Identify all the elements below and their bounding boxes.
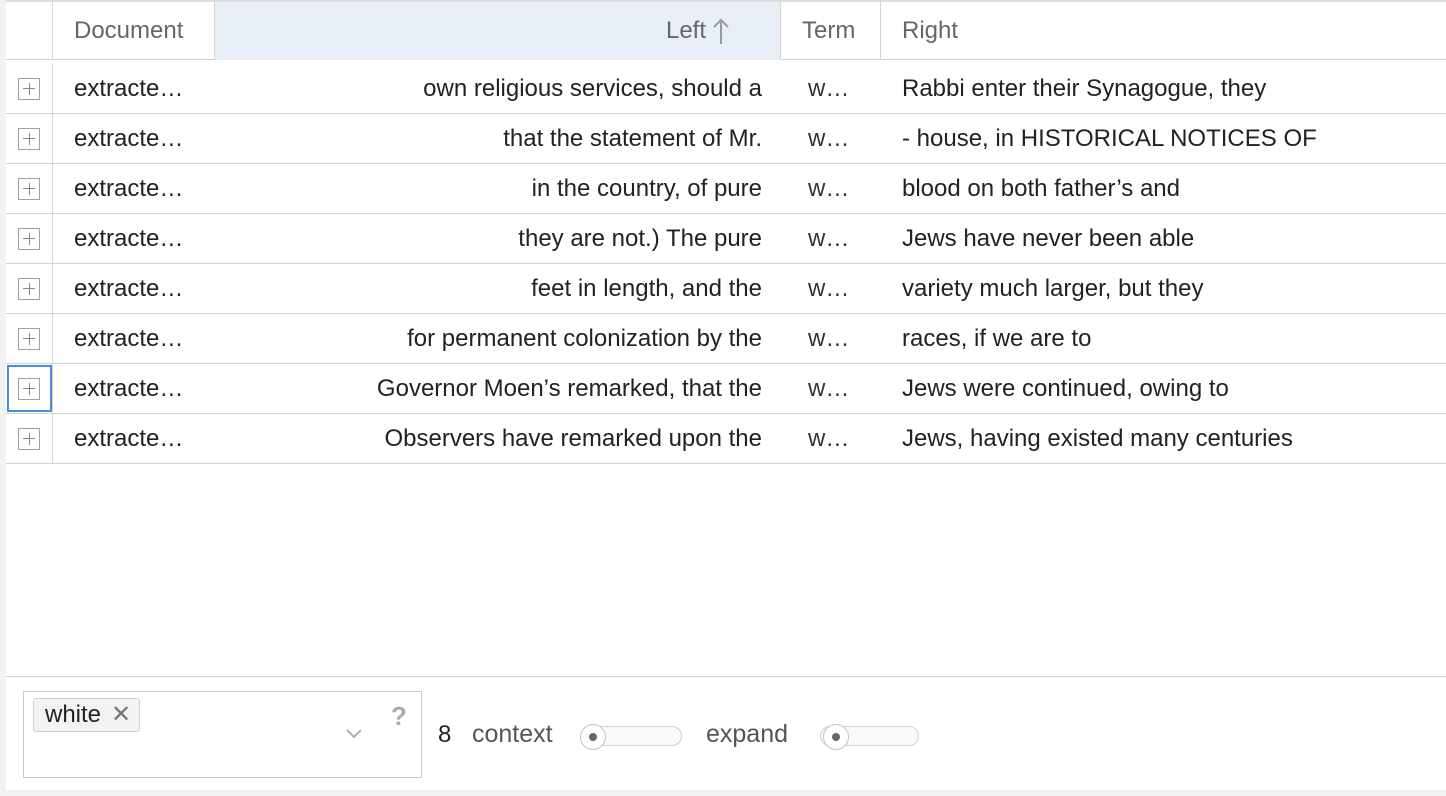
cell-right: Jews were continued, owing to <box>902 374 1229 402</box>
cell-document: extracte… <box>74 274 184 302</box>
table-row[interactable]: extracte… Observers have remarked upon t… <box>6 414 1446 464</box>
search-terms-input[interactable]: white ✕ ? <box>23 691 422 778</box>
header-right-label: Right <box>902 17 959 44</box>
cell-document: extracte… <box>74 374 184 402</box>
header-right[interactable]: Right <box>881 2 1446 60</box>
expand-plus-icon[interactable] <box>18 327 40 350</box>
expand-plus-icon[interactable] <box>18 427 40 450</box>
cell-right: races, if we are to <box>902 324 1092 352</box>
header-left[interactable]: Left <box>215 2 781 60</box>
cell-term: w… <box>808 174 850 202</box>
cell-right: Jews, having existed many centuries <box>902 424 1293 452</box>
concordance-panel: Document Left Term Right extracte… own r… <box>6 0 1446 790</box>
cell-term: w… <box>808 124 850 152</box>
header-document[interactable]: Document <box>53 2 215 60</box>
expand-slider[interactable] <box>820 724 919 750</box>
table-row[interactable]: extracte… that the statement of Mr. w… -… <box>6 114 1446 164</box>
table-row[interactable]: extracte… in the country, of pure w… blo… <box>6 164 1446 214</box>
cell-right: Jews have never been able <box>902 224 1195 252</box>
expand-plus-icon[interactable] <box>18 127 40 150</box>
search-term-tag-label: white <box>45 701 102 728</box>
context-slider[interactable] <box>580 724 682 750</box>
expand-plus-icon[interactable] <box>18 77 40 100</box>
cell-left: own religious services, should a <box>423 74 762 102</box>
concordance-grid: Document Left Term Right extracte… own r… <box>6 0 1446 676</box>
context-label: context <box>472 720 553 748</box>
cell-term: w… <box>808 274 850 302</box>
row-expander[interactable] <box>6 264 53 313</box>
header-left-label: Left <box>665 17 706 44</box>
cell-document: extracte… <box>74 124 184 152</box>
cell-right: blood on both father’s and <box>902 174 1181 202</box>
cell-left: Observers have remarked upon the <box>384 424 762 452</box>
row-expander[interactable] <box>6 414 53 463</box>
result-count: 8 <box>438 721 452 748</box>
expand-plus-icon[interactable] <box>18 227 40 250</box>
row-expander[interactable] <box>6 314 53 363</box>
header-term[interactable]: Term <box>781 2 881 60</box>
header-expander-column <box>6 2 53 60</box>
cell-term: w… <box>808 224 850 252</box>
cell-term: w… <box>808 374 850 402</box>
expand-plus-icon[interactable] <box>18 177 40 200</box>
grid-header: Document Left Term Right <box>6 0 1446 60</box>
header-term-label: Term <box>802 17 856 44</box>
cell-document: extracte… <box>74 224 184 252</box>
chevron-down-icon[interactable] <box>344 726 364 740</box>
table-row[interactable]: extracte… own religious services, should… <box>6 64 1446 114</box>
cell-right: - house, in HISTORICAL NOTICES OF <box>902 124 1317 152</box>
row-expander[interactable] <box>6 114 53 163</box>
expand-label: expand <box>706 720 789 748</box>
table-row[interactable]: extracte… feet in length, and the w… var… <box>6 264 1446 314</box>
cell-document: extracte… <box>74 74 184 102</box>
context-slider-handle[interactable] <box>580 724 606 750</box>
close-icon[interactable]: ✕ <box>111 703 131 727</box>
cell-term: w… <box>808 74 850 102</box>
search-term-tag[interactable]: white ✕ <box>33 698 141 732</box>
cell-left: for permanent colonization by the <box>407 324 762 352</box>
help-icon[interactable]: ? <box>391 701 407 732</box>
expand-slider-handle[interactable] <box>823 724 849 750</box>
cell-document: extracte… <box>74 324 184 352</box>
expand-plus-icon[interactable] <box>18 277 40 300</box>
cell-left: they are not.) The pure <box>518 224 762 252</box>
cell-term: w… <box>808 324 850 352</box>
table-row[interactable]: extracte… Governor Moen’s remarked, that… <box>6 364 1446 414</box>
cell-left: in the country, of pure <box>531 174 762 202</box>
sort-ascending-icon <box>712 17 730 45</box>
cell-right: variety much larger, but they <box>902 274 1204 302</box>
cell-document: extracte… <box>74 174 184 202</box>
cell-left: Governor Moen’s remarked, that the <box>376 374 762 402</box>
cell-right: Rabbi enter their Synagogue, they <box>902 74 1267 102</box>
expand-plus-icon[interactable] <box>18 377 40 400</box>
row-expander[interactable] <box>6 164 53 213</box>
table-row[interactable]: extracte… for permanent colonization by … <box>6 314 1446 364</box>
cell-document: extracte… <box>74 424 184 452</box>
table-row[interactable]: extracte… they are not.) The pure w… Jew… <box>6 214 1446 264</box>
header-document-label: Document <box>74 17 184 44</box>
cell-left: feet in length, and the <box>531 274 762 302</box>
row-expander[interactable] <box>6 214 53 263</box>
bottom-toolbar: white ✕ ? 8 context expand <box>6 676 1446 790</box>
row-expander[interactable] <box>6 64 53 113</box>
cell-left: that the statement of Mr. <box>503 124 762 152</box>
row-expander[interactable] <box>6 364 53 413</box>
cell-term: w… <box>808 424 850 452</box>
